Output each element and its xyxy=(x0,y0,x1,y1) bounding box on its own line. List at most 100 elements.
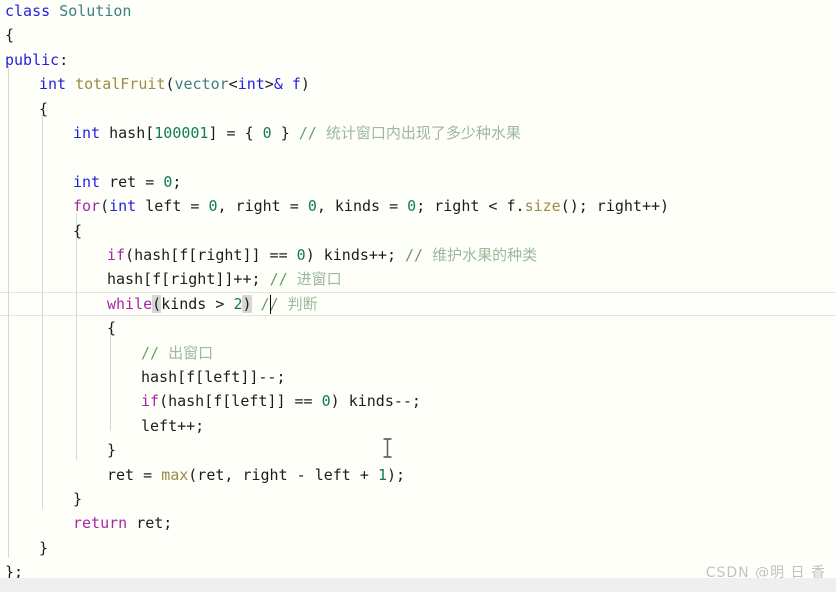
horizontal-scrollbar[interactable] xyxy=(0,578,836,592)
token-num: 0 xyxy=(296,246,306,264)
code-line-0[interactable]: class Solution xyxy=(5,0,131,23)
token-pun: (ret, right - left + xyxy=(188,465,378,484)
token-kw: f xyxy=(291,75,301,94)
token-cmt: 进窗口 xyxy=(287,270,342,289)
token-pun: left++; xyxy=(141,416,205,435)
token-type: Solution xyxy=(59,2,132,20)
token-cmt-sl: // xyxy=(298,124,317,142)
matching-bracket: ( xyxy=(152,294,162,313)
token-pun: { xyxy=(73,221,83,240)
token-cmt: 统计窗口内出现了多少种水果 xyxy=(316,124,521,142)
token-pun: { xyxy=(39,99,49,118)
code-line-15[interactable]: hash[f[left]]--; xyxy=(141,365,286,389)
token-pun: ) kinds--; xyxy=(330,392,421,411)
i-beam-cursor-icon xyxy=(382,438,393,458)
token-pun: }; xyxy=(5,563,24,578)
code-line-13[interactable]: { xyxy=(107,316,116,340)
code-line-1[interactable]: { xyxy=(5,23,14,47)
code-line-11[interactable]: hash[f[right]]++; // 进窗口 xyxy=(107,267,342,291)
token-pun: kinds xyxy=(161,294,207,313)
token-num: 100001 xyxy=(154,124,209,142)
token-pun: , kinds = xyxy=(316,197,408,216)
code-line-22[interactable]: } xyxy=(39,536,48,560)
token-cmt-sl: // xyxy=(269,270,288,289)
token-pun: ret = xyxy=(100,172,164,191)
token-cmt-sl: // xyxy=(405,246,424,264)
token-num: 0 xyxy=(208,197,218,216)
token-pun: < xyxy=(228,75,238,94)
token-num: 0 xyxy=(321,392,331,411)
code-line-8[interactable]: for(int left = 0, right = 0, kinds = 0; … xyxy=(73,194,669,218)
code-line-5[interactable]: int hash[100001] = { 0 } // 统计窗口内出现了多少种水… xyxy=(73,121,521,145)
token-num: 0 xyxy=(262,124,272,142)
token-cmt: 维护水果的种类 xyxy=(423,246,538,264)
code-line-7[interactable]: int ret = 0; xyxy=(73,170,181,194)
token-pun: { xyxy=(5,26,15,45)
code-editor[interactable]: class Solution { public: int totalFruit(vec… xyxy=(0,0,836,578)
csdn-watermark: CSDN @明 日 香 xyxy=(705,565,826,578)
indent-guide-2 xyxy=(76,213,77,460)
code-line-17[interactable]: left++; xyxy=(141,414,204,438)
token-ctl: if xyxy=(141,392,160,411)
code-line-16[interactable]: if(hash[f[left]] == 0) kinds--; xyxy=(141,389,421,413)
token-num: 0 xyxy=(307,197,317,216)
text-caret xyxy=(269,294,272,314)
token-fn: max xyxy=(161,465,189,484)
token-pun: ) kinds++; xyxy=(305,246,406,264)
token-pun: ; right < f. xyxy=(416,197,525,216)
code-line-3[interactable]: int totalFruit(vector<int>& f) xyxy=(39,72,310,96)
code-line-10[interactable]: if(hash[f[right]] == 0) kinds++; // 维护水果… xyxy=(107,243,537,267)
indent-guide-1 xyxy=(42,115,43,509)
token-ctl: return xyxy=(73,514,128,533)
token-num: 1 xyxy=(377,465,387,484)
token-fn: totalFruit xyxy=(75,75,166,94)
code-line-12[interactable]: while(kinds > 2) // 判断 xyxy=(107,292,318,316)
token-pun: (hash[f[left]] == xyxy=(159,392,322,411)
token-pun xyxy=(50,2,59,20)
token-ctl: if xyxy=(107,246,126,264)
token-pun: hash[ xyxy=(100,124,155,142)
token-pun: left = xyxy=(136,197,209,216)
token-pun: ; xyxy=(172,172,182,191)
code-line-19[interactable]: ret = max(ret, right - left + 1); xyxy=(107,463,405,487)
token-pun: } xyxy=(39,538,49,557)
token-pun: hash[f[right]]++; xyxy=(107,270,270,289)
matching-bracket: ) xyxy=(242,294,252,313)
indent-guide-0 xyxy=(8,66,9,558)
token-pun: > xyxy=(264,75,274,94)
token-cmt-sl: // xyxy=(141,343,160,362)
code-line-21[interactable]: return ret; xyxy=(73,511,172,535)
token-pun: { xyxy=(107,319,117,338)
code-line-14[interactable]: // 出窗口 xyxy=(141,341,213,365)
token-ctl: while xyxy=(107,294,153,313)
token-pun: hash[f[left]]--; xyxy=(141,368,286,386)
token-ctl: for xyxy=(73,197,101,216)
code-line-20[interactable]: } xyxy=(73,487,82,511)
code-line-2[interactable]: public: xyxy=(5,48,68,72)
token-pun: ) xyxy=(300,75,310,94)
code-line-4[interactable]: { xyxy=(39,97,48,121)
token-pun: : xyxy=(59,50,69,69)
indent-guide-3 xyxy=(110,330,111,431)
token-pun: (hash[f[right]] == xyxy=(125,246,297,264)
code-line-23[interactable]: }; xyxy=(5,560,23,578)
token-kw: int xyxy=(109,197,137,216)
token-kw: int xyxy=(73,124,101,142)
token-pun: ); xyxy=(386,465,406,484)
token-pun xyxy=(252,295,261,313)
token-pun: ret; xyxy=(127,514,173,533)
token-cmt: 出窗口 xyxy=(159,343,214,362)
token-kw: int xyxy=(237,75,265,94)
token-pun: (); right++) xyxy=(560,197,670,216)
token-pun: } xyxy=(271,124,299,142)
token-num: 0 xyxy=(163,172,173,191)
token-fn: size xyxy=(524,197,561,216)
token-pun: , right = xyxy=(217,197,308,216)
token-cmt: 判断 xyxy=(278,294,318,313)
token-pun: } xyxy=(107,441,117,460)
token-pun: } xyxy=(73,490,83,508)
code-line-9[interactable]: { xyxy=(73,219,82,243)
code-line-18[interactable]: } xyxy=(107,438,116,462)
token-pun: ] = { xyxy=(208,124,263,142)
token-kw: class xyxy=(5,2,51,20)
